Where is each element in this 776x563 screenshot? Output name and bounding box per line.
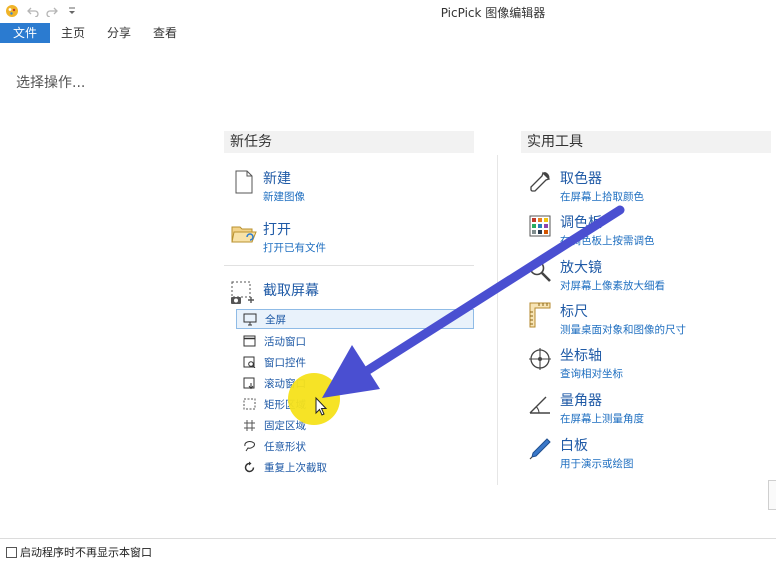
column-divider [497, 155, 498, 485]
ruler-icon [527, 302, 553, 328]
magnifier-icon [527, 258, 553, 284]
side-scroll-handle[interactable] [768, 480, 776, 510]
window-control-icon [242, 355, 256, 369]
capture-scroll-window-option[interactable]: 滚动窗口 [236, 373, 474, 393]
crosshair-icon [527, 346, 553, 372]
capture-window-control-option[interactable]: 窗口控件 [236, 352, 474, 372]
tool-title: 放大镜 [560, 260, 602, 276]
capture-option-label: 滚动窗口 [264, 377, 306, 390]
blank-document-icon [231, 169, 257, 195]
select-action-prompt: 选择操作... [16, 75, 86, 91]
capture-freehand-option[interactable]: 任意形状 [236, 436, 474, 456]
tool-subtitle: 在屏幕上拾取颜色 [560, 191, 644, 203]
tool-subtitle: 在调色板上按需调色 [560, 235, 655, 247]
capture-option-label: 活动窗口 [264, 335, 306, 348]
new-image-subtitle: 新建图像 [263, 191, 305, 203]
tab-view[interactable]: 查看 [142, 23, 188, 43]
tool-title: 坐标轴 [560, 348, 602, 364]
title-bar: PicPick 图像编辑器 [0, 0, 776, 22]
fixed-region-icon [242, 418, 256, 432]
tool-title: 白板 [560, 438, 588, 454]
ribbon-tabs: 文件 主页 分享 查看 [0, 23, 776, 43]
capture-option-label: 全屏 [265, 313, 286, 326]
tab-home[interactable]: 主页 [50, 23, 96, 43]
section-divider [224, 265, 474, 266]
tool-subtitle: 用于演示或绘图 [560, 458, 634, 470]
window-icon [242, 334, 256, 348]
tool-subtitle: 查询相对坐标 [560, 368, 623, 380]
repeat-capture-icon [242, 460, 256, 474]
capture-option-label: 重复上次截取 [264, 461, 327, 474]
open-file-title: 打开 [263, 222, 291, 238]
monitor-icon [243, 312, 257, 326]
capture-option-label: 任意形状 [264, 440, 306, 453]
tool-subtitle: 在屏幕上测量角度 [560, 413, 644, 425]
freehand-lasso-icon [242, 439, 256, 453]
protractor-icon [527, 391, 553, 417]
startup-checkbox-row[interactable]: 启动程序时不再显示本窗口 [6, 544, 152, 560]
screen-capture-icon [229, 280, 255, 306]
startup-checkbox-label: 启动程序时不再显示本窗口 [20, 546, 152, 559]
tool-title: 量角器 [560, 393, 602, 409]
capture-active-window-option[interactable]: 活动窗口 [236, 331, 474, 351]
capture-rectangle-region-option[interactable]: 矩形区域 [236, 394, 474, 414]
capture-fixed-region-option[interactable]: 固定区域 [236, 415, 474, 435]
tab-file[interactable]: 文件 [0, 23, 51, 43]
scroll-window-icon [242, 376, 256, 390]
screen-capture-title: 截取屏幕 [263, 283, 319, 299]
eyedropper-icon [527, 169, 553, 195]
open-folder-icon [231, 221, 257, 247]
color-palette-icon [527, 213, 553, 239]
rectangle-region-icon [242, 397, 256, 411]
tool-title: 调色板 [560, 215, 602, 231]
tool-subtitle: 对屏幕上像素放大细看 [560, 280, 665, 292]
capture-option-label: 固定区域 [264, 419, 306, 432]
new-task-header: 新任务 [224, 131, 474, 153]
capture-option-label: 矩形区域 [264, 398, 306, 411]
startup-checkbox[interactable] [6, 546, 17, 558]
window-title: PicPick 图像编辑器 [440, 6, 546, 20]
tool-title: 取色器 [560, 171, 602, 187]
new-image-title: 新建 [263, 171, 291, 187]
capture-option-label: 窗口控件 [264, 356, 306, 369]
capture-fullscreen-option[interactable]: 全屏 [236, 309, 474, 329]
open-file-subtitle: 打开已有文件 [263, 242, 326, 254]
tab-share[interactable]: 分享 [96, 23, 142, 43]
tools-header: 实用工具 [521, 131, 771, 153]
bottom-separator [0, 538, 776, 539]
whiteboard-pen-icon [527, 436, 553, 462]
tool-subtitle: 测量桌面对象和图像的尺寸 [560, 324, 686, 336]
tool-title: 标尺 [560, 304, 588, 320]
capture-repeat-last-option[interactable]: 重复上次截取 [236, 457, 474, 477]
